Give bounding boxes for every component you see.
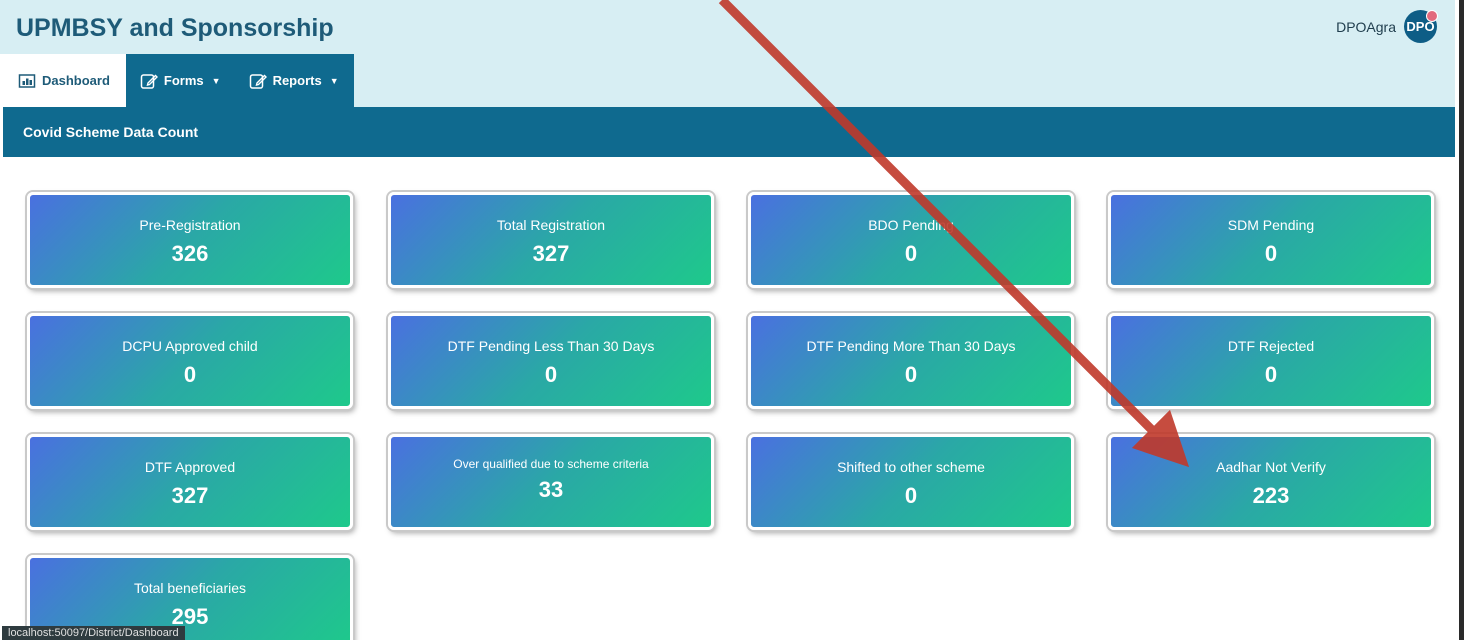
card-value: 0 xyxy=(904,362,918,387)
app-header: UPMBSY and Sponsorship DPOAgra DPO xyxy=(0,0,1455,54)
tab-forms-label: Forms xyxy=(163,73,204,88)
card-value: 327 xyxy=(532,241,570,266)
card-dcpu-approved-child[interactable]: DCPU Approved child 0 xyxy=(27,313,353,409)
card-value: 326 xyxy=(171,241,209,266)
card-value: 0 xyxy=(904,483,918,508)
user-menu[interactable]: DPOAgra DPO xyxy=(1336,10,1438,43)
section-title: Covid Scheme Data Count xyxy=(23,124,199,140)
app-title: UPMBSY and Sponsorship xyxy=(16,14,334,42)
page: UPMBSY and Sponsorship DPOAgra DPO Dashb… xyxy=(0,0,1468,640)
card-value: 0 xyxy=(1264,241,1278,266)
dashboard-icon xyxy=(18,73,36,88)
card-value: 0 xyxy=(1264,362,1278,387)
card-dtf-pending-more-30[interactable]: DTF Pending More Than 30 Days 0 xyxy=(748,313,1074,409)
card-label: DTF Approved xyxy=(144,459,236,475)
card-label: DTF Pending Less Than 30 Days xyxy=(447,338,655,354)
card-value: 0 xyxy=(904,241,918,266)
tab-reports-label: Reports xyxy=(272,73,322,88)
chevron-down-icon: ▼ xyxy=(329,75,339,86)
card-dtf-pending-less-30[interactable]: DTF Pending Less Than 30 Days 0 xyxy=(388,313,714,409)
card-sdm-pending[interactable]: SDM Pending 0 xyxy=(1108,192,1434,288)
nav-tabs: Dashboard Forms ▼ Reports ▼ xyxy=(0,54,354,107)
user-name[interactable]: DPOAgra xyxy=(1336,19,1396,35)
card-dtf-rejected[interactable]: DTF Rejected 0 xyxy=(1108,313,1434,409)
card-bdo-pending[interactable]: BDO Pending 0 xyxy=(748,192,1074,288)
card-value: 327 xyxy=(171,483,209,508)
scrollbar[interactable] xyxy=(1459,0,1464,640)
card-value: 33 xyxy=(538,477,564,502)
card-label: BDO Pending xyxy=(868,217,954,233)
card-label: Total Registration xyxy=(496,217,606,233)
edit-icon xyxy=(249,73,267,89)
card-value: 0 xyxy=(544,362,558,387)
card-label: Shifted to other scheme xyxy=(837,459,985,475)
notification-dot-icon xyxy=(1426,10,1438,22)
card-value: 0 xyxy=(183,362,197,387)
status-bar-url: localhost:50097/District/Dashboard xyxy=(2,626,185,640)
tab-forms[interactable]: Forms ▼ xyxy=(126,54,235,107)
avatar[interactable]: DPO xyxy=(1404,10,1438,43)
card-pre-registration[interactable]: Pre-Registration 326 xyxy=(27,192,353,288)
edit-icon xyxy=(140,73,158,89)
card-label: Over qualified due to scheme criteria xyxy=(453,457,649,471)
tab-dashboard[interactable]: Dashboard xyxy=(0,54,126,107)
card-label: Pre-Registration xyxy=(139,217,241,233)
tab-dashboard-label: Dashboard xyxy=(42,73,110,88)
card-label: SDM Pending xyxy=(1227,217,1315,233)
card-shifted-other-scheme[interactable]: Shifted to other scheme 0 xyxy=(748,434,1074,530)
card-value: 223 xyxy=(1252,483,1290,508)
card-label: DCPU Approved child xyxy=(122,338,258,354)
card-total-registration[interactable]: Total Registration 327 xyxy=(388,192,714,288)
card-dtf-approved[interactable]: DTF Approved 327 xyxy=(27,434,353,530)
card-label: Aadhar Not Verify xyxy=(1216,459,1326,475)
section-header: Covid Scheme Data Count xyxy=(3,107,1455,157)
card-label: DTF Pending More Than 30 Days xyxy=(806,338,1016,354)
card-label: DTF Rejected xyxy=(1227,338,1315,354)
nav-bar: Dashboard Forms ▼ Reports ▼ xyxy=(0,54,1455,107)
chevron-down-icon: ▼ xyxy=(211,75,221,86)
card-label: Total beneficiaries xyxy=(133,580,247,596)
card-aadhar-not-verify[interactable]: Aadhar Not Verify 223 xyxy=(1108,434,1434,530)
tab-reports[interactable]: Reports ▼ xyxy=(235,54,353,107)
card-over-qualified[interactable]: Over qualified due to scheme criteria 33 xyxy=(388,434,714,530)
